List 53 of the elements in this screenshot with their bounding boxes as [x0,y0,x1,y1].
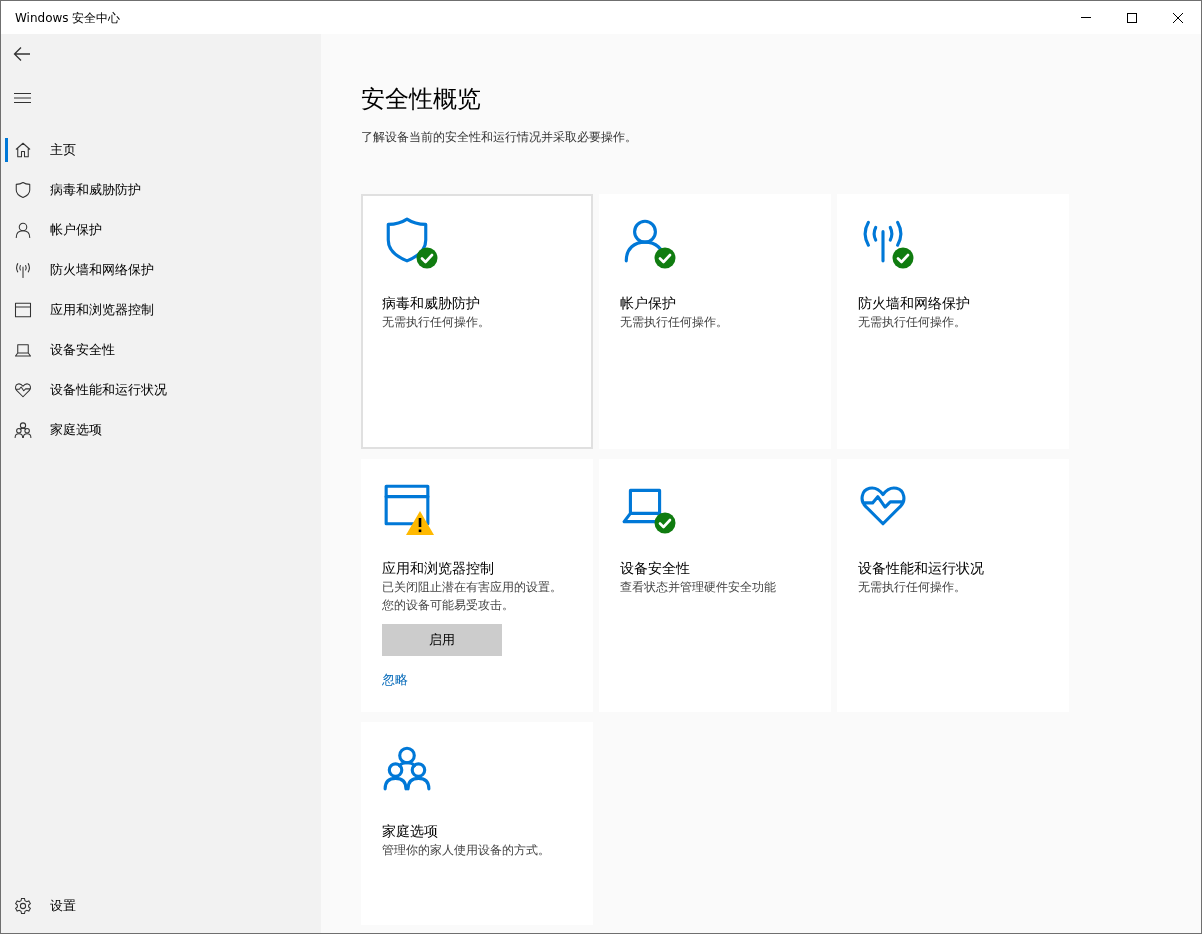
nav-item[interactable]: 防火墙和网络保护 [5,258,321,282]
menu-icon [13,93,31,103]
shield-icon [14,181,32,199]
card-description: 无需执行任何操作。 [858,579,967,596]
card-description: 无需执行任何操作。 [620,314,729,331]
settings-item[interactable]: 设置 [1,886,321,926]
status-card[interactable]: 应用和浏览器控制 已关闭阻止潜在有害应用的设置。您的设备可能易受攻击。 启用 忽略 [361,459,593,712]
heart-icon [14,381,32,399]
home-icon [14,141,32,159]
status-card[interactable]: 家庭选项 管理你的家人使用设备的方式。 [361,722,593,925]
settings-icon [14,897,32,915]
status-card[interactable]: 防火墙和网络保护 无需执行任何操作。 [837,194,1069,449]
card-description: 管理你的家人使用设备的方式。 [382,842,551,859]
nav-item[interactable]: 设备安全性 [5,338,321,362]
card-title: 设备性能和运行状况 [858,559,985,578]
card-title: 帐户保护 [620,294,677,313]
page-title: 安全性概览 [361,84,482,115]
nav-item[interactable]: 帐户保护 [5,218,321,242]
enable-button[interactable]: 启用 [382,624,502,656]
card-description: 无需执行任何操作。 [858,314,967,331]
maximize-icon [1127,12,1137,23]
check-badge-icon [892,247,914,269]
card-description: 无需执行任何操作。 [382,314,491,331]
card-description: 查看状态并管理硬件安全功能 [620,579,777,596]
status-card[interactable]: 设备安全性 查看状态并管理硬件安全功能 [599,459,831,712]
page-subtitle: 了解设备当前的安全性和运行情况并采取必要操作。 [361,129,638,146]
nav-item[interactable]: 设备性能和运行状况 [5,378,321,402]
laptop-icon [14,341,32,359]
warning-icon [405,510,435,536]
dismiss-link[interactable]: 忽略 [382,670,408,690]
nav-item[interactable]: 病毒和威胁防护 [5,178,321,202]
close-icon [1173,12,1183,23]
card-title: 家庭选项 [382,822,439,841]
minimize-icon [1081,17,1091,18]
status-card[interactable]: 设备性能和运行状况 无需执行任何操作。 [837,459,1069,712]
window-icon [14,301,32,319]
window-title: Windows 安全中心 [14,9,122,27]
nav-item[interactable]: 家庭选项 [5,418,321,442]
nav-item[interactable]: 应用和浏览器控制 [5,298,321,322]
check-badge-icon [654,512,676,534]
person-icon [14,221,32,239]
card-title: 病毒和威胁防护 [382,294,481,313]
card-title: 应用和浏览器控制 [382,559,495,578]
status-card[interactable]: 帐户保护 无需执行任何操作。 [599,194,831,449]
check-badge-icon [416,247,438,269]
card-description: 已关闭阻止潜在有害应用的设置。您的设备可能易受攻击。 [382,579,562,614]
back-arrow-icon [13,46,31,62]
check-badge-icon [654,247,676,269]
card-title: 设备安全性 [620,559,691,578]
family-icon [14,421,32,439]
card-title: 防火墙和网络保护 [858,294,971,313]
status-card[interactable]: 病毒和威胁防护 无需执行任何操作。 [361,194,593,449]
antenna-icon [14,261,32,279]
